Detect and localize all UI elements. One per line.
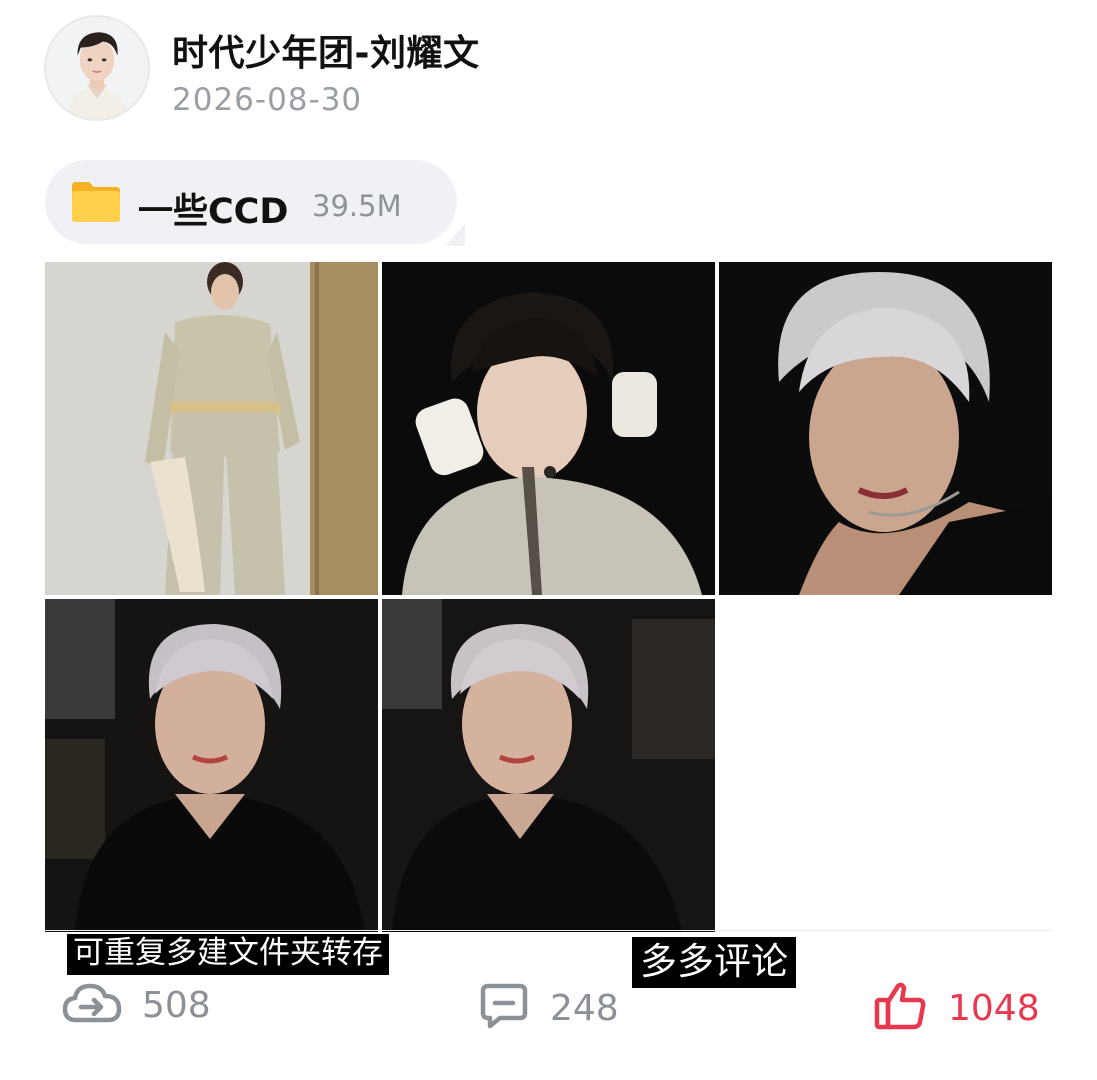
comment-icon — [478, 980, 530, 1036]
save-button[interactable]: 508 — [62, 980, 211, 1030]
author-avatar[interactable] — [46, 17, 148, 119]
author-name[interactable]: 时代少年团-刘耀文 — [172, 24, 479, 76]
cloud-save-icon — [62, 980, 122, 1030]
comment-count: 248 — [550, 987, 619, 1029]
photo-4[interactable] — [45, 599, 378, 932]
thumbs-up-icon — [872, 980, 928, 1036]
save-tip-caption: 可重复多建文件夹转存 — [67, 934, 389, 975]
comment-button[interactable]: 248 — [478, 980, 619, 1036]
content-divider — [45, 930, 1052, 931]
like-count: 1048 — [948, 987, 1040, 1029]
file-size: 39.5M — [312, 189, 402, 223]
bubble-tail — [445, 224, 465, 246]
photo-1[interactable] — [45, 262, 378, 595]
photo-5[interactable] — [382, 599, 715, 932]
photo-2[interactable] — [382, 262, 715, 595]
photo-3[interactable] — [719, 262, 1052, 595]
file-name[interactable]: 一些CCD — [138, 183, 288, 234]
like-button[interactable]: 1048 — [872, 980, 1040, 1036]
folder-icon — [70, 178, 122, 224]
save-count: 508 — [142, 984, 211, 1026]
post-date: 2026-08-30 — [172, 82, 363, 118]
comment-tip-caption: 多多评论 — [632, 937, 796, 988]
